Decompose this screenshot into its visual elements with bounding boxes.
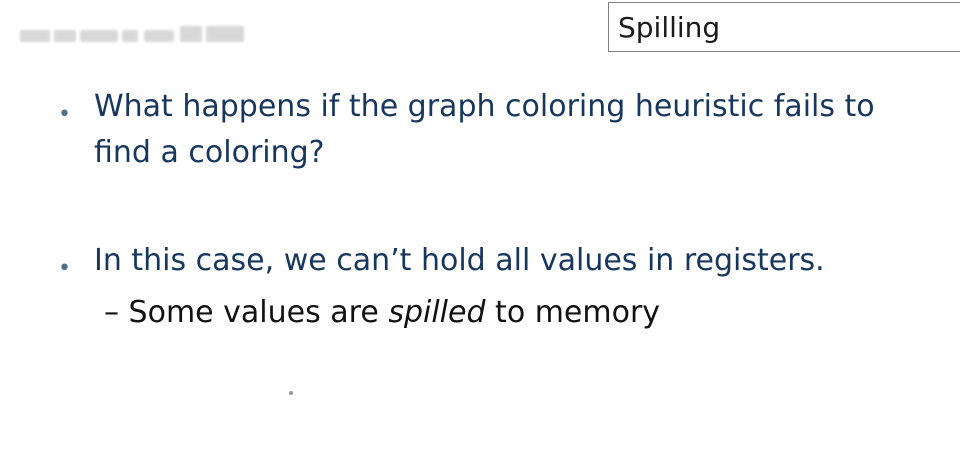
cursor-speck [289,391,293,395]
bullet-text: In this case, we can’t hold all values i… [94,243,825,278]
sub-bullet-item: – Some values are spilled to memory [104,290,660,336]
blurred-header-logo [20,20,246,50]
slide-title: Spilling [618,11,721,44]
slide: Spilling • What happens if the graph col… [0,0,960,459]
dash-icon: – [104,295,119,330]
title-box: Spilling [608,2,960,52]
sub-bullet-text-start: Some values are [128,295,389,330]
bullet-text: What happens if the graph coloring heuri… [94,89,875,170]
bullet-icon: • [58,102,71,127]
sub-bullet-emphasis: spilled [388,295,486,330]
bullet-icon: • [58,256,71,281]
sub-bullet-text-end: to memory [485,295,661,330]
